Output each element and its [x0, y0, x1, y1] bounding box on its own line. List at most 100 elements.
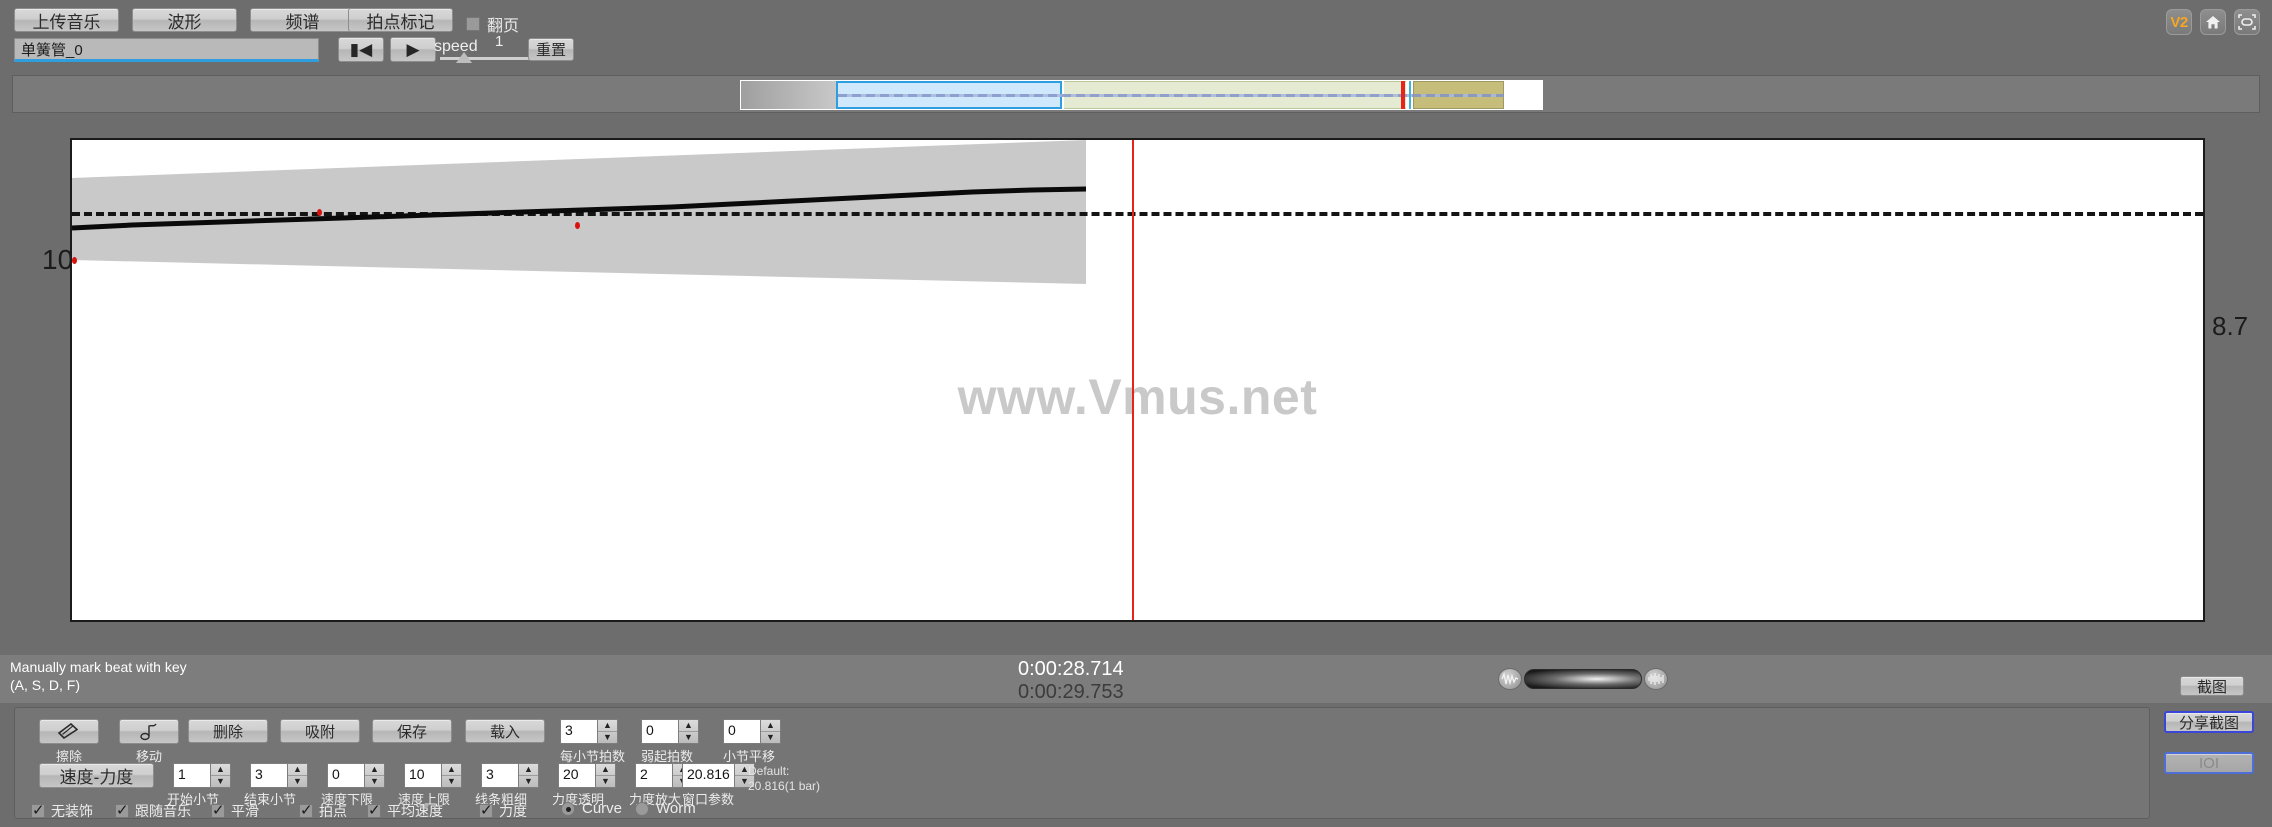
spinner-up-icon[interactable]: ▲ [761, 720, 780, 732]
beats-per-bar-arrows[interactable]: ▲ ▼ [597, 719, 618, 744]
speed-dynamics-button[interactable]: 速度-力度 [39, 763, 154, 788]
checkbox-box-icon[interactable] [367, 801, 381, 819]
checkbox-beats[interactable]: 拍点 [299, 801, 347, 821]
spinner-up-icon[interactable]: ▲ [365, 764, 384, 776]
window-param-spinner[interactable]: 20.816 ▲ ▼ [682, 763, 755, 788]
dynamics-opacity-value[interactable]: 20 [558, 763, 595, 788]
tempo-min-spinner[interactable]: 0 ▲ ▼ [327, 763, 385, 788]
radio-dot-icon[interactable] [635, 801, 649, 816]
pickup-beats-spinner[interactable]: 0 ▲ ▼ [641, 719, 699, 744]
move-tool-button[interactable] [119, 719, 179, 744]
delete-button[interactable]: 删除 [188, 719, 268, 743]
tempo-min-value[interactable]: 0 [327, 763, 364, 788]
checkbox-follow-music[interactable]: 跟随音乐 [115, 801, 191, 821]
upload-music-button[interactable]: 上传音乐 [14, 8, 119, 32]
start-bar-arrows[interactable]: ▲ ▼ [210, 763, 231, 788]
spinner-up-icon[interactable]: ▲ [288, 764, 307, 776]
spinner-up-icon[interactable]: ▲ [596, 764, 615, 776]
save-button[interactable]: 保存 [372, 719, 452, 743]
spinner-up-icon[interactable]: ▲ [211, 764, 230, 776]
beats-per-bar-value[interactable]: 3 [560, 719, 597, 744]
line-thickness-value[interactable]: 3 [481, 763, 518, 788]
start-bar-spinner[interactable]: 1 ▲ ▼ [173, 763, 231, 788]
load-button[interactable]: 载入 [465, 719, 545, 743]
spinner-down-icon[interactable]: ▼ [442, 776, 461, 788]
spinner-down-icon[interactable]: ▼ [519, 776, 538, 788]
capture-screenshot-button[interactable]: 截图 [2180, 676, 2244, 696]
beat-marker-button[interactable]: 拍点标记 [348, 8, 453, 32]
spectrum-button[interactable]: 频谱 [250, 8, 355, 32]
checkbox-box-icon[interactable] [299, 801, 313, 819]
checkbox-box-icon[interactable] [115, 801, 129, 819]
spinner-down-icon[interactable]: ▼ [211, 776, 230, 788]
tempo-max-arrows[interactable]: ▲ ▼ [441, 763, 462, 788]
checkbox-box-icon[interactable] [466, 17, 480, 31]
chart-playhead[interactable] [1132, 140, 1134, 620]
spinner-down-icon[interactable]: ▼ [598, 732, 617, 744]
spinner-up-icon[interactable]: ▲ [598, 720, 617, 732]
spinner-down-icon[interactable]: ▼ [288, 776, 307, 788]
checkbox-smooth[interactable]: 平滑 [211, 801, 259, 821]
play-button[interactable]: ▶ [390, 37, 436, 62]
speed-slider-thumb[interactable] [456, 52, 472, 63]
dynamics-opacity-arrows[interactable]: ▲ ▼ [595, 763, 616, 788]
audio-spectrum-icon[interactable] [1644, 668, 1668, 690]
version-badge[interactable]: V2 [2166, 9, 2192, 35]
scrubber-segment-preroll[interactable] [741, 81, 836, 109]
start-bar-value[interactable]: 1 [173, 763, 210, 788]
spinner-down-icon[interactable]: ▼ [679, 732, 698, 744]
waveform-button[interactable]: 波形 [132, 8, 237, 32]
flip-page-checkbox[interactable]: 翻页 [466, 12, 519, 36]
spinner-down-icon[interactable]: ▼ [596, 776, 615, 788]
audio-balance-slider[interactable] [1498, 668, 1668, 690]
audio-balance-track[interactable] [1524, 669, 1642, 689]
dynamics-opacity-spinner[interactable]: 20 ▲ ▼ [558, 763, 616, 788]
tempo-min-arrows[interactable]: ▲ ▼ [364, 763, 385, 788]
pickup-beats-value[interactable]: 0 [641, 719, 678, 744]
window-param-value[interactable]: 20.816 [682, 763, 734, 788]
scrubber-region-edge[interactable] [1409, 81, 1411, 109]
chart-plot-area[interactable]: www.Vmus.net [70, 138, 2205, 622]
checkbox-no-ornament[interactable]: 无装饰 [31, 801, 93, 821]
tempo-max-spinner[interactable]: 10 ▲ ▼ [404, 763, 462, 788]
dynamics-gain-value[interactable]: 2 [635, 763, 672, 788]
beats-per-bar-spinner[interactable]: 3 ▲ ▼ [560, 719, 618, 744]
reset-button[interactable]: 重置 [528, 38, 574, 61]
fullscreen-icon[interactable] [2234, 9, 2260, 35]
timeline-scrubber[interactable] [12, 75, 2260, 113]
share-screenshot-button[interactable]: 分享截图 [2164, 711, 2254, 733]
radio-curve[interactable]: Curve [561, 800, 622, 817]
erase-tool-button[interactable] [39, 719, 99, 744]
track-name-input[interactable]: 单簧管_0 [14, 38, 319, 62]
end-bar-value[interactable]: 3 [250, 763, 287, 788]
checkbox-box-icon[interactable] [211, 801, 225, 819]
beat-marker[interactable] [575, 222, 580, 229]
rewind-to-start-button[interactable]: ▮◀ [338, 37, 384, 62]
speed-slider-track[interactable] [440, 57, 530, 60]
tempo-max-value[interactable]: 10 [404, 763, 441, 788]
waveform-icon[interactable] [1498, 668, 1522, 690]
bar-offset-spinner[interactable]: 0 ▲ ▼ [723, 719, 781, 744]
spinner-up-icon[interactable]: ▲ [519, 764, 538, 776]
pickup-beats-arrows[interactable]: ▲ ▼ [678, 719, 699, 744]
checkbox-dynamics[interactable]: 力度 [479, 801, 527, 821]
home-icon[interactable] [2200, 9, 2226, 35]
end-bar-spinner[interactable]: 3 ▲ ▼ [250, 763, 308, 788]
spinner-down-icon[interactable]: ▼ [761, 732, 780, 744]
radio-dot-icon[interactable] [561, 801, 575, 816]
bar-offset-value[interactable]: 0 [723, 719, 760, 744]
checkbox-box-icon[interactable] [479, 801, 493, 819]
beat-marker[interactable] [317, 209, 322, 216]
ioi-button[interactable]: IOI [2164, 752, 2254, 774]
bar-offset-arrows[interactable]: ▲ ▼ [760, 719, 781, 744]
line-thickness-spinner[interactable]: 3 ▲ ▼ [481, 763, 539, 788]
beat-marker[interactable] [72, 257, 77, 264]
scrubber-track[interactable] [740, 80, 1543, 110]
checkbox-box-icon[interactable] [31, 801, 45, 819]
line-thickness-arrows[interactable]: ▲ ▼ [518, 763, 539, 788]
spinner-down-icon[interactable]: ▼ [365, 776, 384, 788]
scrubber-playhead[interactable] [1401, 81, 1405, 109]
spinner-up-icon[interactable]: ▲ [442, 764, 461, 776]
snap-button[interactable]: 吸附 [280, 719, 360, 743]
radio-worm[interactable]: Worm [635, 800, 696, 817]
